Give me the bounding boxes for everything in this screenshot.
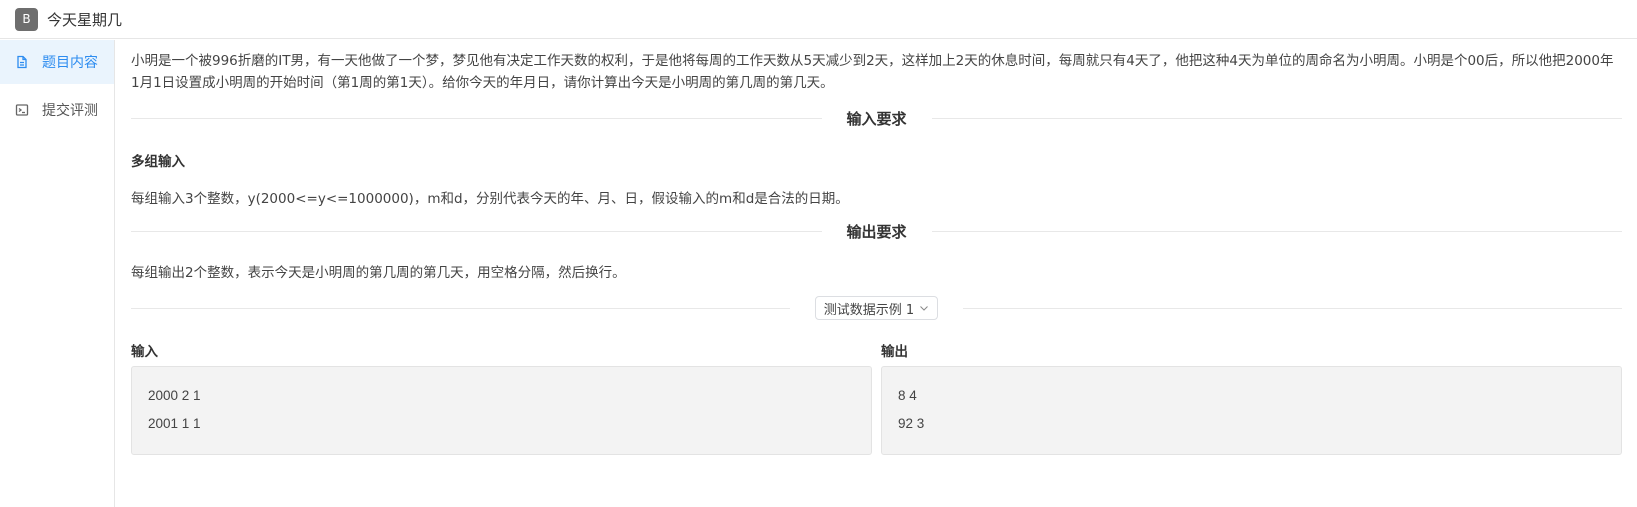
sample-selector-label: 测试数据示例 1	[823, 302, 915, 318]
input-heading-divider: 输入要求	[131, 108, 1623, 128]
title-bar: B 今天星期几	[0, 0, 1637, 39]
sidebar: 题目内容 提交评测	[0, 40, 115, 507]
sample-input-box: 2000 2 1 2001 1 1	[131, 366, 872, 455]
document-icon	[15, 55, 29, 69]
output-heading-divider: 输出要求	[131, 221, 1623, 241]
input-heading: 输入要求	[846, 109, 907, 128]
sample-input-column: 输入 2000 2 1 2001 1 1	[131, 340, 872, 455]
page-title: 今天星期几	[47, 10, 123, 29]
sample-output-box: 8 4 92 3	[881, 366, 1622, 455]
app-logo: B	[15, 7, 38, 31]
output-heading: 输出要求	[846, 222, 907, 241]
sample-output-line: 8 4	[898, 388, 917, 403]
sidebar-item-label: 提交评测	[42, 103, 98, 119]
sidebar-item-label: 题目内容	[42, 55, 98, 71]
input-description: 每组输入3个整数，y(2000<=y<=1000000)，m和d，分别代表今天的…	[131, 191, 849, 207]
problem-description: 小明是一个被996折磨的IT男，有一天他做了一个梦，梦见他有决定工作天数的权利，…	[131, 53, 1614, 91]
sample-output-column: 输出 8 4 92 3	[881, 340, 1622, 455]
sample-divider: 测试数据示例 1	[131, 296, 1622, 320]
sample-input-label: 输入	[131, 344, 158, 360]
input-subtitle: 多组输入	[131, 154, 185, 170]
sample-io: 输入 2000 2 1 2001 1 1 输出 8 4 92 3	[131, 340, 1622, 455]
sidebar-item-problem-content[interactable]: 题目内容	[0, 40, 114, 84]
output-description: 每组输出2个整数，表示今天是小明周的第几周的第几天，用空格分隔，然后换行。	[131, 265, 626, 281]
problem-content: 小明是一个被996折磨的IT男，有一天他做了一个梦，梦见他有决定工作天数的权利，…	[131, 40, 1623, 507]
chevron-down-icon	[919, 303, 929, 313]
sample-selector[interactable]: 测试数据示例 1	[814, 296, 939, 320]
sample-input-line: 2001 1 1	[148, 416, 201, 431]
sidebar-item-submit[interactable]: 提交评测	[0, 88, 114, 132]
terminal-icon	[15, 103, 29, 117]
sample-output-line: 92 3	[898, 416, 925, 431]
sample-output-label: 输出	[881, 344, 908, 360]
sample-input-line: 2000 2 1	[148, 388, 201, 403]
